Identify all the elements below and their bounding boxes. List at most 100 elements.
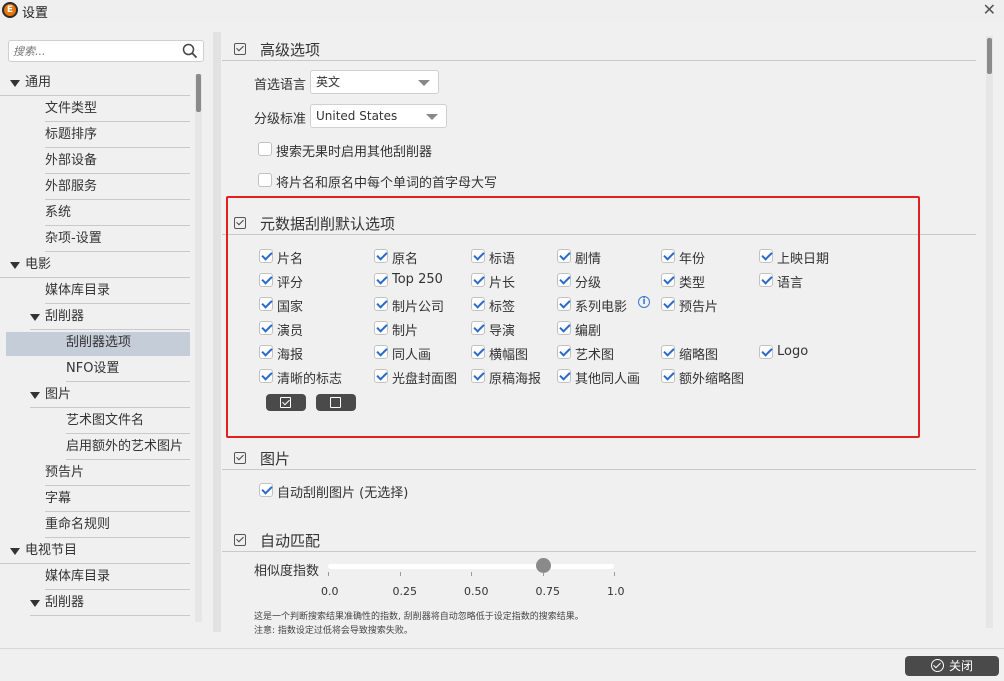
info-icon[interactable]: i [638,296,650,308]
section-title: 自动匹配 [260,532,321,550]
search-icon[interactable] [182,43,198,62]
tree-item-artwork-filenames[interactable]: 艺术图文件名 [66,410,190,434]
content-scrollbar[interactable] [986,36,993,628]
tree-item-subtitles[interactable]: 字幕 [45,488,190,512]
tree-item-movie-images[interactable]: 图片 [30,384,190,408]
checkbox-box[interactable] [471,369,485,383]
close-window-icon[interactable]: ✕ [983,0,996,19]
search-input[interactable] [9,41,169,61]
app-logo-icon: E [2,2,18,18]
tree-item-external-services[interactable]: 外部服务 [45,176,190,200]
tree-item-general[interactable]: 通用 [0,72,190,96]
search-box[interactable] [8,40,204,62]
slider-tick-label: 1.0 [607,585,625,598]
checkbox-box[interactable] [374,273,388,287]
checkbox-box[interactable] [374,369,388,383]
checkbox-box[interactable] [557,273,571,287]
checkbox-box[interactable] [759,273,773,287]
checkbox-box[interactable] [471,345,485,359]
window-title: 设置 [22,6,49,21]
tree-item-rename-rules[interactable]: 重命名规则 [45,514,190,538]
sidebar-scrollbar[interactable] [195,74,202,622]
checkbox-checked-icon [280,397,291,408]
checkbox-box[interactable] [661,297,675,311]
checkbox-box[interactable] [471,297,485,311]
tree-item-movie-library[interactable]: 媒体库目录 [45,280,190,304]
checkbox-box[interactable] [759,345,773,359]
tree-item-nfo-settings[interactable]: NFO设置 [66,358,190,382]
checkbox-box[interactable] [759,249,773,263]
tree-item-tv-shows[interactable]: 电视节目 [0,540,190,564]
tree-item-tv-scraper[interactable]: 刮削器 [30,592,190,616]
checkbox-box[interactable] [557,249,571,263]
tree-item-misc[interactable]: 杂项-设置 [45,228,190,252]
tree-item-trailers[interactable]: 预告片 [45,462,190,486]
tree-item-file-types[interactable]: 文件类型 [45,98,190,122]
slider-tick [328,572,329,576]
checkbox-box[interactable] [374,345,388,359]
tree-item-tv-library[interactable]: 媒体库目录 [45,566,190,590]
check-circle-icon [931,659,944,672]
checkbox-box[interactable] [259,369,273,383]
checkbox-box[interactable] [661,369,675,383]
uncheck-all-button[interactable] [316,394,356,411]
sidebar-scrollbar-thumb[interactable] [196,74,201,112]
section-advanced-header[interactable]: 高级选项 [222,39,976,61]
checkbox-box[interactable] [471,321,485,335]
section-title: 高级选项 [260,41,321,59]
checkbox-box[interactable] [374,249,388,263]
section-metadata-header[interactable]: 元数据刮削默认选项 [222,213,976,235]
chevron-down-icon[interactable] [10,80,20,87]
chevron-down-icon[interactable] [10,262,20,269]
rating-select[interactable]: United States [310,104,447,128]
check-all-button[interactable] [266,394,306,411]
tree-item-system[interactable]: 系统 [45,202,190,226]
checkbox-box[interactable] [661,249,675,263]
language-select[interactable]: 英文 [310,70,439,94]
slider-tick-label: 0.75 [535,585,561,598]
tree-item-movie-scraper[interactable]: 刮削器 [30,306,190,330]
checkbox-box[interactable] [557,369,571,383]
checkbox-box[interactable] [258,173,272,187]
tree-item-scraper-options[interactable]: 刮削器选项 [6,332,190,356]
collapse-toggle-icon[interactable] [234,534,246,546]
checkbox-box[interactable] [557,345,571,359]
content-scrollbar-thumb[interactable] [987,38,992,74]
checkbox-box[interactable] [471,249,485,263]
checkbox-box[interactable] [259,483,273,497]
chevron-down-icon[interactable] [30,600,40,607]
chevron-down-icon[interactable] [30,314,40,321]
collapse-toggle-icon[interactable] [234,452,246,464]
checkbox-box[interactable] [259,321,273,335]
slider-tick [399,572,401,576]
close-button[interactable]: 关闭 [905,656,999,676]
checkbox-box[interactable] [259,249,273,263]
chevron-down-icon[interactable] [30,392,40,399]
checkbox-box[interactable] [661,273,675,287]
checkbox-box[interactable] [374,321,388,335]
tree-item-movies[interactable]: 电影 [0,254,190,278]
tree-item-title-sort[interactable]: 标题排序 [45,124,190,148]
pane-splitter[interactable] [213,32,221,632]
similarity-slider-thumb[interactable] [535,558,551,573]
rating-label: 分级标准 [254,112,307,127]
checkbox-box[interactable] [259,345,273,359]
checkbox-box[interactable] [374,297,388,311]
checkbox-box[interactable] [259,273,273,287]
chevron-down-icon [418,80,430,86]
checkbox-box[interactable] [557,297,571,311]
checkbox-box[interactable] [471,273,485,287]
collapse-toggle-icon[interactable] [234,217,246,229]
section-automatch-header[interactable]: 自动匹配 [222,530,976,552]
checkbox-box[interactable] [258,142,272,156]
tree-item-extra-artwork[interactable]: 启用额外的艺术图片 [66,436,190,460]
section-images-header[interactable]: 图片 [222,448,976,470]
checkbox-box[interactable] [259,297,273,311]
tree-item-external-devices[interactable]: 外部设备 [45,150,190,174]
similarity-slider-track[interactable] [328,564,614,569]
collapse-toggle-icon[interactable] [234,43,246,55]
checkbox-box[interactable] [661,345,675,359]
slider-tick [471,572,472,576]
chevron-down-icon[interactable] [10,548,20,555]
checkbox-box[interactable] [557,321,571,335]
